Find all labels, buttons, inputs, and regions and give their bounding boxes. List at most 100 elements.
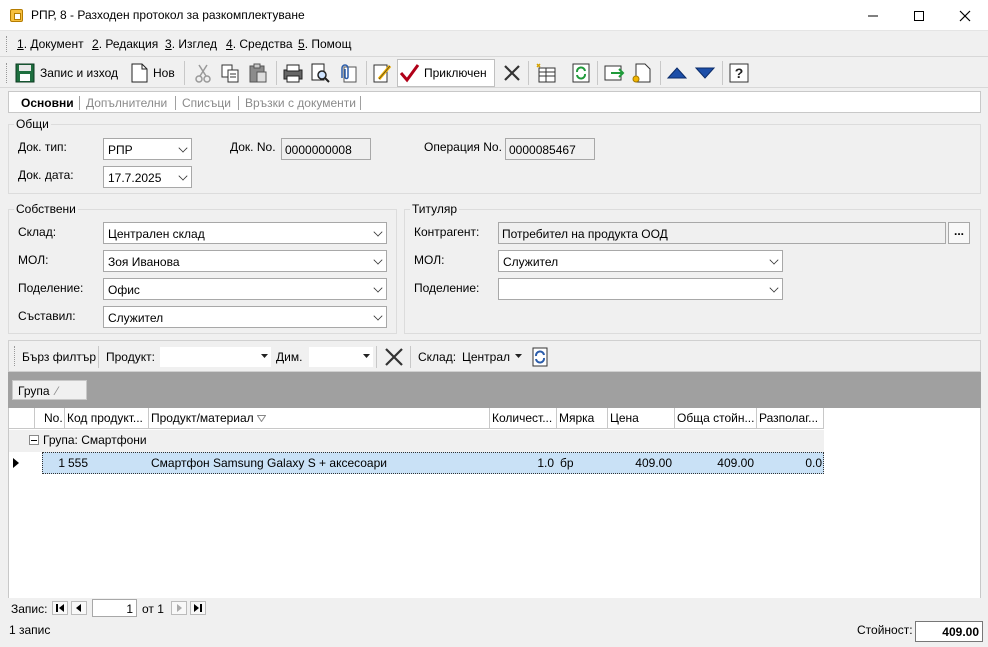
column-header-available[interactable]: Разполаг... [757, 408, 824, 429]
table-edit-button[interactable] [535, 59, 557, 87]
refresh-filter-icon[interactable] [530, 346, 550, 368]
column-header-no[interactable]: No. [35, 408, 65, 429]
doc-type-label: Док. тип: [18, 140, 67, 154]
column-header-total[interactable]: Обща стойн... [675, 408, 757, 429]
menu-bar: 1. Документ 2. Редакция 3. Изглед 4. Сре… [0, 32, 988, 56]
contractor-browse-button[interactable]: ... [948, 222, 970, 244]
next-record-icon[interactable] [171, 601, 187, 615]
menu-help[interactable]: 5. Помощ [298, 37, 351, 51]
edit-button[interactable] [371, 59, 393, 87]
app-icon [10, 9, 23, 22]
quick-filter-label: Бърз филтър [22, 350, 96, 364]
own-division-select[interactable]: Офис [103, 278, 387, 300]
close-button[interactable] [942, 0, 988, 31]
chevron-down-icon [373, 227, 383, 237]
quick-filter-bar: Бърз филтър Продукт: Дим. Склад: Централ [8, 340, 981, 372]
toolbar-grip [6, 63, 9, 83]
doc-no-field[interactable]: 0000000008 [281, 138, 371, 160]
cross-icon [504, 65, 520, 81]
save-exit-button[interactable]: Запис и изход [14, 59, 118, 87]
collapse-group-icon[interactable] [29, 435, 39, 445]
title-bar: РПР, 8 - Разходен протокол за разкомплек… [0, 0, 988, 31]
chevron-down-icon [373, 311, 383, 321]
print-preview-button[interactable] [309, 59, 331, 87]
product-filter-label: Продукт: [106, 350, 155, 364]
cell-quantity: 1.0 [537, 456, 554, 470]
previous-record-icon[interactable] [71, 601, 87, 615]
last-record-icon[interactable] [190, 601, 206, 615]
menu-edit[interactable]: 2. Редакция [92, 37, 158, 51]
cell-price: 409.00 [635, 456, 672, 470]
tab-document-links[interactable]: Връзки с документи [245, 96, 356, 110]
complete-button[interactable]: Приключен [397, 59, 495, 87]
tab-divider [79, 96, 80, 110]
first-record-icon[interactable] [52, 601, 68, 615]
cell-total: 409.00 [717, 456, 754, 470]
export-button[interactable] [603, 59, 625, 87]
tab-main[interactable]: Основни [21, 96, 74, 110]
column-header-unit[interactable]: Мярка [557, 408, 608, 429]
new-button[interactable]: Нов [128, 59, 175, 87]
sort-indicator-icon: ⁄ [55, 384, 58, 398]
tab-additional[interactable]: Допълнителни [86, 96, 167, 110]
cell-no: 1 [58, 456, 65, 470]
help-button[interactable]: ? [728, 59, 750, 87]
warehouse-filter-select[interactable]: Централ [459, 347, 522, 367]
dim-filter-select[interactable] [309, 347, 373, 367]
cell-available: 0.0 [805, 456, 822, 470]
row-selector[interactable] [9, 453, 35, 473]
filter-separator [410, 346, 411, 368]
group-by-column-chip[interactable]: Група ⁄ [12, 380, 87, 400]
column-header-product[interactable]: Продукт/материал [149, 408, 490, 429]
own-mol-label: МОЛ: [18, 253, 49, 267]
help-icon: ? [729, 63, 749, 83]
toolbar-separator [660, 61, 661, 85]
status-bar: 1 запис Стойност: 409.00 [0, 618, 988, 647]
items-grid: No. Код продукт... Продукт/материал Коли… [8, 408, 981, 598]
tab-lists[interactable]: Списъци [182, 96, 231, 110]
clear-filter-icon[interactable] [383, 346, 405, 368]
holder-mol-select[interactable]: Служител [498, 250, 783, 272]
cancel-button[interactable] [501, 59, 523, 87]
minimize-button[interactable] [850, 0, 896, 31]
filter-grip [14, 346, 17, 366]
move-down-button[interactable] [694, 59, 716, 87]
group-row-label: Група: Смартфони [43, 433, 147, 447]
doc-date-picker[interactable]: 17.7.2025 [103, 166, 192, 188]
cell-code: 555 [68, 456, 89, 470]
holder-legend: Титуляр [410, 202, 460, 216]
move-up-button[interactable] [666, 59, 688, 87]
print-button[interactable] [282, 59, 304, 87]
column-header-price[interactable]: Цена [608, 408, 675, 429]
op-no-field[interactable]: 0000085467 [505, 138, 595, 160]
toolbar-separator [528, 61, 529, 85]
refresh-button[interactable] [570, 59, 592, 87]
maximize-button[interactable] [896, 0, 942, 31]
record-navigator: Запис: 1 от 1 [8, 598, 981, 618]
author-select[interactable]: Служител [103, 306, 387, 328]
column-header-code[interactable]: Код продукт... [65, 408, 149, 429]
record-label: Запис: [11, 602, 48, 616]
arrow-down-icon [694, 67, 716, 79]
paste-button[interactable] [247, 59, 269, 87]
attach-button[interactable] [337, 59, 359, 87]
tab-divider [175, 96, 176, 110]
new-document-icon [131, 63, 148, 83]
contractor-field[interactable]: Потребител на продукта ООД [498, 222, 946, 244]
menu-document[interactable]: 1. Документ [17, 37, 84, 51]
holder-division-select[interactable] [498, 278, 783, 300]
cut-button[interactable] [192, 59, 214, 87]
floppy-disk-icon [15, 63, 35, 83]
menu-tools[interactable]: 4. Средства [226, 37, 293, 51]
doc-type-select[interactable]: РПР [103, 138, 192, 160]
toolbar-separator [366, 61, 367, 85]
record-number-input[interactable]: 1 [92, 599, 137, 617]
clipboard-icon [249, 63, 267, 83]
copy-document-button[interactable] [631, 59, 653, 87]
menu-view[interactable]: 3. Изглед [165, 37, 217, 51]
copy-button[interactable] [219, 59, 241, 87]
product-filter-select[interactable] [160, 347, 271, 367]
column-header-quantity[interactable]: Количест... [490, 408, 557, 429]
warehouse-select[interactable]: Централен склад [103, 222, 387, 244]
own-mol-select[interactable]: Зоя Иванова [103, 250, 387, 272]
